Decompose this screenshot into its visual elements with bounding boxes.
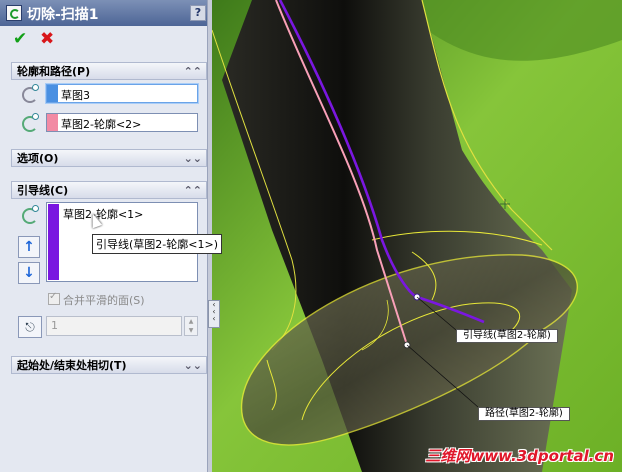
guide-curve-color-bar (48, 204, 59, 280)
merge-smooth-faces-checkbox[interactable]: 合并平滑的面(S) (48, 291, 145, 308)
section-profile-path[interactable]: 轮廓和路径(P) ⌃⌃ (11, 62, 207, 80)
path-field-value: 草图2-轮廓<2> (61, 118, 142, 131)
path-color-swatch (47, 114, 58, 131)
section-guide-curves-label: 引导线(C) (17, 184, 69, 197)
section-options[interactable]: 选项(O) ⌄⌄ (11, 149, 207, 167)
checkbox-icon[interactable] (48, 291, 60, 305)
profile-field[interactable]: 草图3 (46, 84, 198, 103)
guide-curve-selection-icon (20, 205, 40, 224)
profile-color-swatch (47, 85, 58, 102)
section-start-end-tangency[interactable]: 起始处/结束处相切(T) ⌄⌄ (11, 356, 207, 374)
property-manager: 切除-扫描1 ? ✔ ✖ 轮廓和路径(P) ⌃⌃ 草图3 草图2-轮廓<2> 选… (0, 0, 222, 472)
graphics-viewport[interactable]: 引导线(草图2-轮廓) 路径(草图2-轮廓) 三维网www.3dportal.c… (212, 0, 622, 472)
profile-field-value: 草图3 (61, 89, 90, 102)
show-sections-button[interactable]: ⎋ (18, 316, 42, 338)
cancel-button[interactable]: ✖ (40, 29, 54, 49)
path-field[interactable]: 草图2-轮廓<2> (46, 113, 198, 132)
model-view[interactable] (212, 0, 622, 472)
guide-curve-tooltip: 引导线(草图2-轮廓<1>) (92, 234, 222, 254)
sweep-cut-icon (6, 5, 22, 21)
section-count-spinner[interactable]: ▲ ▼ (184, 316, 198, 336)
list-item[interactable]: 草图2-轮廓<1> (63, 206, 143, 222)
move-up-button[interactable]: ↑ (18, 236, 40, 258)
chevron-up-icon: ⌃⌃ (183, 65, 202, 78)
feature-title: 切除-扫描1 (27, 7, 99, 23)
feature-title-bar: 切除-扫描1 ? (0, 0, 212, 26)
chevron-down-icon: ⌄⌄ (183, 152, 202, 165)
collapse-panel-handle[interactable]: ‹ ‹ ‹ (208, 300, 220, 328)
section-count-field[interactable]: 1 (46, 316, 182, 336)
merge-smooth-faces-label: 合并平滑的面(S) (63, 294, 145, 307)
section-profile-path-label: 轮廓和路径(P) (17, 65, 91, 78)
section-options-label: 选项(O) (17, 152, 59, 165)
chevron-down-icon: ⌄⌄ (183, 359, 202, 372)
help-icon[interactable]: ? (190, 5, 206, 21)
site-watermark: 三维网www.3dportal.cn (425, 447, 614, 465)
path-selection-icon (20, 113, 40, 132)
section-guide-curves[interactable]: 引导线(C) ⌃⌃ (11, 181, 207, 199)
section-start-end-tangency-label: 起始处/结束处相切(T) (17, 359, 127, 372)
ok-button[interactable]: ✔ (13, 29, 27, 49)
path-callout[interactable]: 路径(草图2-轮廓) (478, 407, 570, 421)
profile-selection-icon (20, 84, 40, 103)
move-down-button[interactable]: ↓ (18, 262, 40, 284)
chevron-up-icon: ⌃⌃ (183, 184, 202, 197)
guide-curve-callout[interactable]: 引导线(草图2-轮廓) (456, 329, 558, 343)
